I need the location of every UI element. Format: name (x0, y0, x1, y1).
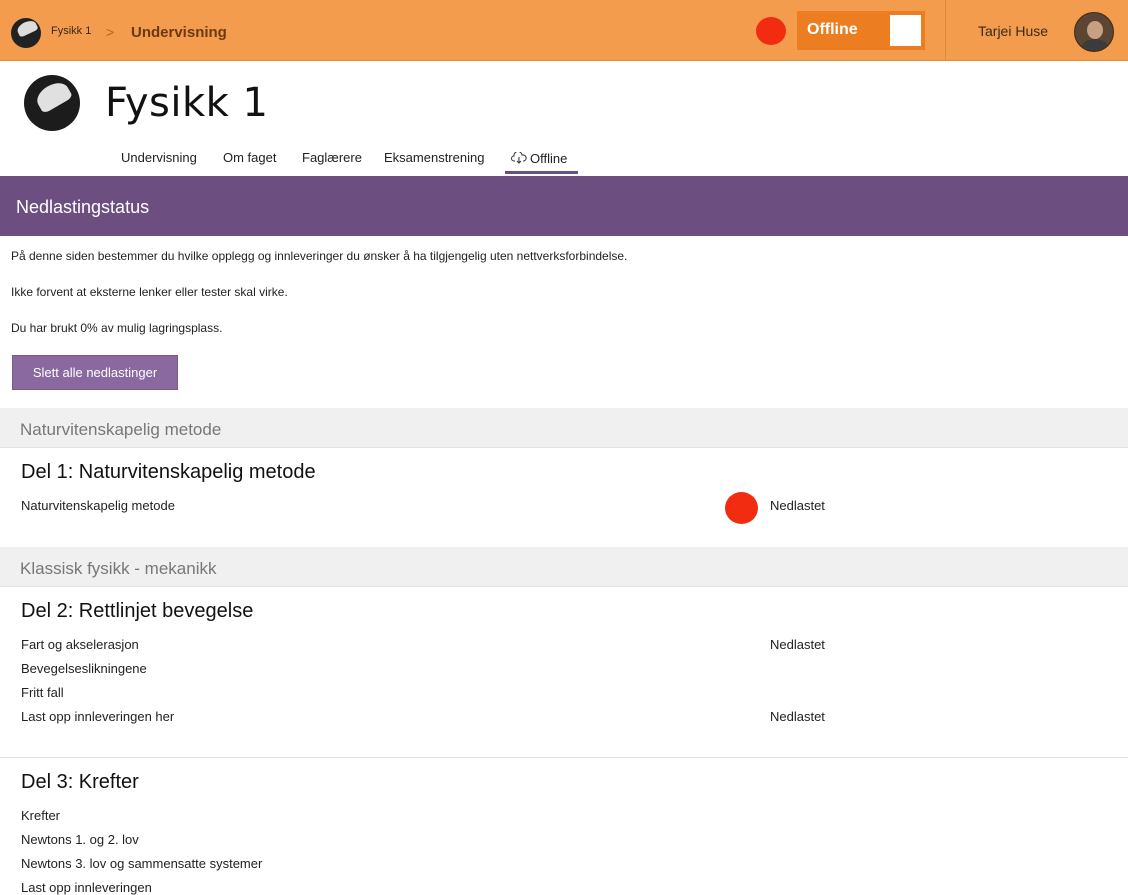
section-band: Naturvitenskapelig metode (0, 408, 1128, 448)
breadcrumb-current-page[interactable]: Undervisning (131, 24, 227, 41)
download-status-icon (725, 492, 758, 524)
breadcrumb-course[interactable]: Fysikk 1 (51, 25, 91, 37)
user-name[interactable]: Tarjei Huse (978, 23, 1048, 39)
list-item[interactable]: Newtons 3. lov og sammensatte systemer (21, 856, 262, 871)
section-title: Klassisk fysikk - mekanikk (20, 559, 217, 578)
download-status[interactable]: Nedlastet (770, 709, 825, 724)
list-item[interactable]: Naturvitenskapelig metode (21, 498, 175, 513)
topbar-divider (945, 0, 946, 61)
cloud-download-icon (511, 152, 527, 164)
download-status[interactable]: Nedlastet (770, 498, 825, 513)
course-title: Fysikk 1 (105, 80, 269, 126)
course-nav: Undervisning Om faget Faglærere Eksamens… (0, 145, 1128, 176)
course-avatar-small[interactable] (11, 18, 41, 48)
tab-offline[interactable]: Offline (511, 151, 567, 166)
section-header: Nedlastingstatus (0, 176, 1128, 236)
tab-offline-label: Offline (530, 151, 568, 166)
divider (0, 757, 1128, 758)
user-avatar[interactable] (1074, 12, 1114, 52)
top-bar: Fysikk 1 > Undervisning Offline Tarjei H… (0, 0, 1128, 61)
list-item[interactable]: Newtons 1. og 2. lov (21, 832, 139, 847)
part-title: Del 3: Krefter (21, 771, 139, 793)
offline-toggle-label: Offline (807, 21, 858, 38)
list-item[interactable]: Fritt fall (21, 685, 64, 700)
info-text: På denne siden bestemmer du hvilke opple… (11, 249, 628, 263)
tab-undervisning[interactable]: Undervisning (121, 150, 197, 165)
download-status[interactable]: Nedlastet (770, 637, 825, 652)
part-title: Del 1: Naturvitenskapelig metode (21, 461, 316, 483)
list-item[interactable]: Last opp innleveringen her (21, 709, 174, 724)
part-title: Del 2: Rettlinjet bevegelse (21, 600, 254, 622)
active-tab-indicator (505, 171, 578, 174)
info-text: Ikke forvent at eksterne lenker eller te… (11, 285, 288, 299)
course-avatar (24, 75, 80, 131)
status-indicator-icon (756, 17, 786, 45)
toggle-knob[interactable] (890, 15, 921, 46)
delete-all-downloads-button[interactable]: Slett alle nedlastinger (12, 355, 178, 390)
list-item[interactable]: Last opp innleveringen (21, 880, 152, 895)
tab-faglaerere[interactable]: Faglærere (302, 150, 362, 165)
info-text: Du har brukt 0% av mulig lagringsplass. (11, 321, 223, 335)
tab-eksamenstrening[interactable]: Eksamenstrening (384, 150, 484, 165)
section-title: Naturvitenskapelig metode (20, 420, 222, 439)
tab-om-faget[interactable]: Om faget (223, 150, 276, 165)
page-title: Nedlastingstatus (16, 197, 150, 217)
list-item[interactable]: Fart og akselerasjon (21, 637, 139, 652)
breadcrumb-separator-icon: > (106, 24, 115, 40)
list-item[interactable]: Bevegelseslikningene (21, 661, 147, 676)
section-band: Klassisk fysikk - mekanikk (0, 547, 1128, 587)
offline-toggle[interactable]: Offline (797, 11, 925, 50)
list-item[interactable]: Krefter (21, 808, 60, 823)
